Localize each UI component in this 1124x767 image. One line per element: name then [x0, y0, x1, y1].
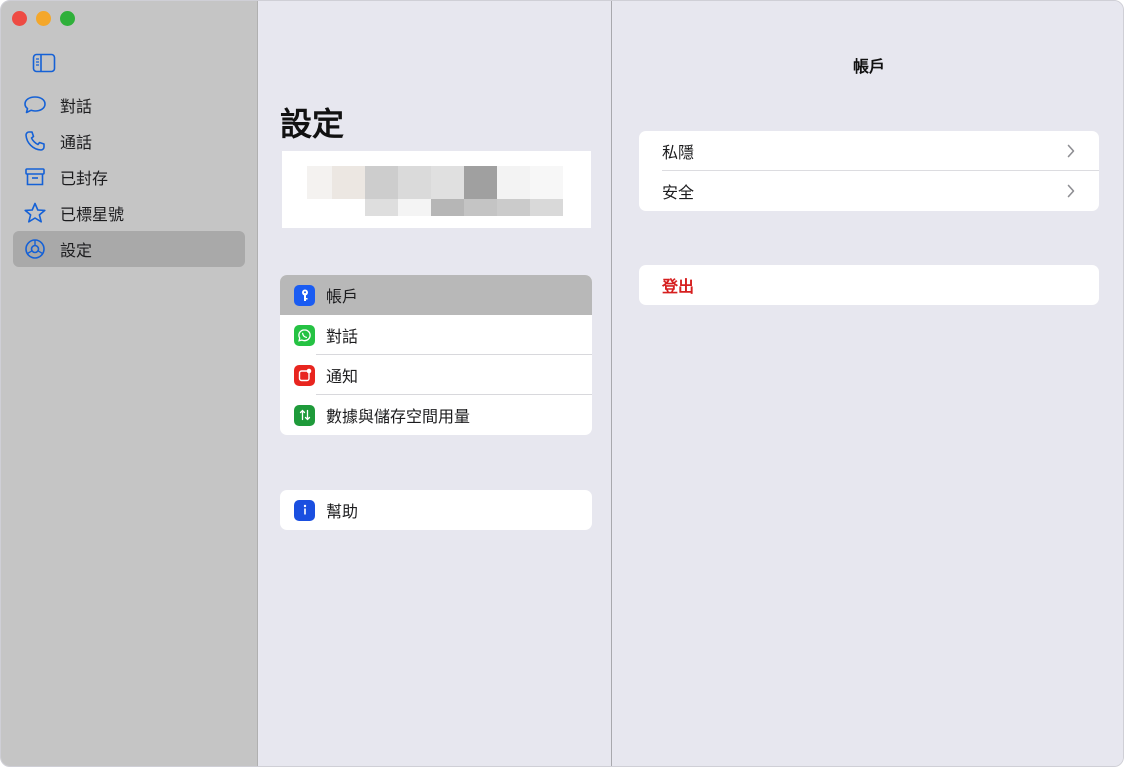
logout-label: 登出: [662, 277, 695, 296]
sidebar-item-starred[interactable]: 已標星號: [13, 195, 245, 231]
sidebar-item-chats[interactable]: 對話: [13, 87, 245, 123]
chat-bubble-icon: [22, 93, 48, 117]
sidebar-nav: 對話 通話 已封存 已標星號 設定: [13, 87, 245, 267]
zoom-window-button[interactable]: [60, 11, 75, 26]
chevron-right-icon: [1067, 184, 1077, 198]
profile-blur: [332, 166, 365, 199]
sidebar-item-label: 已標星號: [60, 205, 125, 224]
archive-icon: [22, 165, 48, 189]
sidebar-item-archived[interactable]: 已封存: [13, 159, 245, 195]
gear-icon: [22, 237, 48, 261]
settings-item-label: 通知: [326, 367, 359, 386]
star-icon: [22, 201, 48, 225]
account-detail-pane: 帳戶 私隱 安全 登出: [613, 1, 1123, 766]
settings-item-data-storage[interactable]: 數據與儲存空間用量: [280, 395, 592, 435]
profile-blur: [530, 166, 563, 199]
app-window: 對話 通話 已封存 已標星號 設定 設定 帳戶 對話 通知 數據與儲存空間用量 …: [0, 0, 1124, 767]
phone-icon: [22, 129, 48, 153]
profile-blur: [497, 199, 530, 216]
data-arrows-icon: [294, 404, 315, 426]
logout-group: 登出: [639, 265, 1099, 305]
sidebar-item-label: 已封存: [60, 169, 109, 188]
profile-blur: [398, 166, 431, 199]
profile-blur: [464, 166, 497, 199]
sidebar-item-label: 對話: [60, 97, 93, 116]
profile-blur: [398, 199, 431, 216]
profile-blur: [431, 199, 464, 216]
logout-button[interactable]: 登出: [639, 265, 1099, 305]
account-item-label: 安全: [662, 183, 695, 202]
profile-blur: [365, 199, 398, 216]
settings-item-notifications[interactable]: 通知: [280, 355, 592, 395]
settings-item-label: 對話: [326, 327, 359, 346]
account-item-privacy[interactable]: 私隱: [639, 131, 1099, 171]
settings-group-main: 帳戶 對話 通知 數據與儲存空間用量: [280, 275, 592, 435]
close-window-button[interactable]: [12, 11, 27, 26]
sidebar-item-settings[interactable]: 設定: [13, 231, 245, 267]
sidebar-item-label: 設定: [60, 241, 93, 260]
info-icon: [294, 499, 315, 521]
settings-item-label: 幫助: [326, 502, 359, 521]
chevron-right-icon: [1067, 144, 1077, 158]
sidebar-item-label: 通話: [60, 133, 93, 152]
detail-title: 帳戶: [852, 57, 885, 76]
page-title: 設定: [280, 105, 345, 143]
key-icon: [294, 284, 315, 306]
settings-item-label: 帳戶: [326, 287, 359, 306]
notification-icon: [294, 364, 315, 386]
sidebar-item-calls[interactable]: 通話: [13, 123, 245, 159]
account-options-group: 私隱 安全: [639, 131, 1099, 211]
settings-item-account[interactable]: 帳戶: [280, 275, 592, 315]
profile-card[interactable]: [282, 151, 591, 228]
profile-blur: [307, 166, 332, 199]
profile-blur: [431, 166, 464, 199]
account-item-security[interactable]: 安全: [639, 171, 1099, 211]
account-item-label: 私隱: [662, 143, 695, 162]
window-controls: [12, 11, 75, 26]
profile-blur: [530, 199, 563, 216]
profile-blur: [464, 199, 497, 216]
sidebar-toggle-button[interactable]: [31, 53, 57, 77]
whatsapp-icon: [294, 324, 315, 346]
settings-group-help: 幫助: [280, 490, 592, 530]
profile-blur: [365, 166, 398, 199]
sidebar: 對話 通話 已封存 已標星號 設定: [1, 1, 258, 766]
minimize-window-button[interactable]: [36, 11, 51, 26]
settings-column: 設定 帳戶 對話 通知 數據與儲存空間用量 幫助: [259, 1, 612, 766]
settings-item-chats[interactable]: 對話: [280, 315, 592, 355]
sidebar-toggle-icon: [32, 53, 56, 77]
settings-item-help[interactable]: 幫助: [280, 490, 592, 530]
settings-item-label: 數據與儲存空間用量: [326, 407, 471, 426]
profile-blur: [497, 166, 530, 199]
